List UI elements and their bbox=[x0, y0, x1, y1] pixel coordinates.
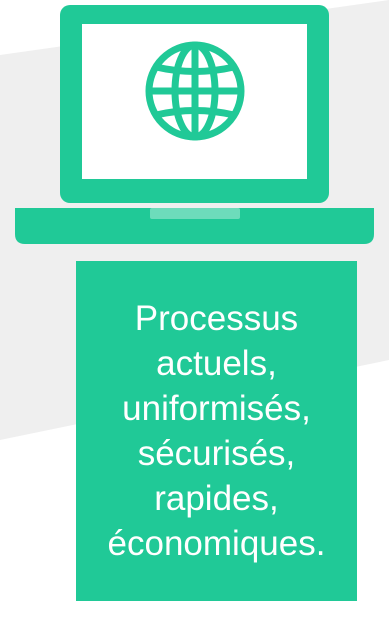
caption-box: Processus actuels, uniformisés, sécurisé… bbox=[76, 261, 357, 601]
caption-line-4: sécurisés, bbox=[137, 434, 296, 473]
caption-line-1: Processus bbox=[134, 299, 299, 338]
caption-line-5: rapides, bbox=[154, 479, 279, 518]
caption-line-6: économiques. bbox=[107, 524, 326, 563]
caption-text: Processus actuels, uniformisés, sécurisé… bbox=[102, 296, 332, 566]
caption-line-3: uniformisés, bbox=[122, 389, 311, 428]
globe-icon bbox=[145, 41, 245, 141]
laptop-icon bbox=[15, 5, 374, 244]
caption-line-2: actuels, bbox=[156, 344, 277, 383]
